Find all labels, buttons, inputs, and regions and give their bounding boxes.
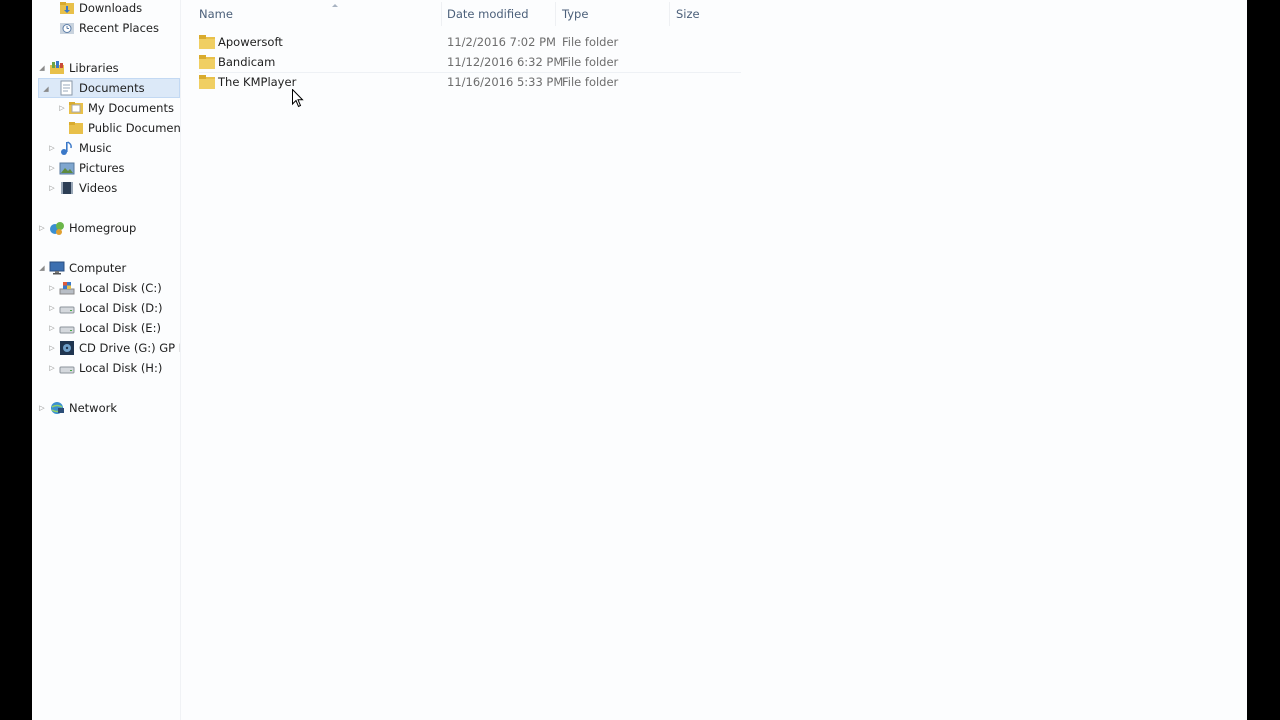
column-header-label: Name [199, 7, 233, 21]
file-type: File folder [562, 55, 619, 69]
nav-label: Downloads [79, 1, 143, 15]
nav-label: Recent Places [79, 21, 159, 35]
file-date-modified: 11/16/2016 5:33 PM [447, 75, 564, 89]
file-row-the-kmplayer[interactable]: The KMPlayer 11/16/2016 5:33 PM File fol… [199, 72, 739, 92]
nav-item-music[interactable]: ▷ Music [32, 138, 180, 158]
mouse-cursor-icon [292, 89, 304, 108]
system-drive-icon [59, 282, 75, 295]
documents-library-icon [60, 80, 73, 96]
expand-arrow-icon[interactable]: ▷ [48, 338, 56, 358]
nav-label: Public Documents [88, 121, 181, 135]
nav-label: Computer [69, 261, 127, 275]
column-divider[interactable] [441, 2, 442, 26]
expand-arrow-icon[interactable]: ▷ [38, 398, 46, 418]
expand-arrow-icon[interactable]: ▷ [48, 318, 56, 338]
expand-arrow-icon[interactable]: ▷ [48, 278, 56, 298]
nav-label: Local Disk (H:) [79, 361, 163, 375]
nav-label: Local Disk (E:) [79, 321, 161, 335]
sort-ascending-icon [332, 4, 338, 7]
folder-downloads-icon [60, 2, 74, 14]
music-icon [61, 141, 72, 155]
folder-icon [69, 102, 83, 114]
column-header-size[interactable]: Size [676, 4, 746, 24]
file-row-apowersoft[interactable]: Apowersoft 11/2/2016 7:02 PM File folder [199, 32, 739, 52]
explorer-window: Downloads Recent Places ◢ Libraries ◢ Do… [32, 0, 1247, 720]
expand-arrow-icon[interactable]: ▷ [38, 218, 46, 238]
libraries-icon [50, 61, 64, 74]
column-header-label: Size [676, 7, 700, 21]
column-header-date-modified[interactable]: Date modified [447, 4, 555, 24]
folder-icon [199, 55, 215, 69]
expand-arrow-icon[interactable]: ▷ [48, 358, 56, 378]
expand-arrow-icon[interactable]: ▷ [58, 98, 66, 118]
file-row-bandicam[interactable]: Bandicam 11/12/2016 6:32 PM File folder [199, 52, 739, 72]
column-header-type[interactable]: Type [562, 4, 668, 24]
expand-arrow-icon[interactable]: ▷ [48, 178, 56, 198]
recent-places-icon [60, 23, 74, 34]
drive-icon [59, 326, 75, 334]
nav-item-libraries[interactable]: ◢ Libraries [32, 58, 180, 78]
file-date-modified: 11/2/2016 7:02 PM [447, 35, 556, 49]
nav-item-computer[interactable]: ◢ Computer [32, 258, 180, 278]
nav-item-local-disk-d[interactable]: ▷ Local Disk (D:) [32, 298, 180, 318]
nav-label: My Documents [88, 101, 174, 115]
nav-item-cd-drive-g[interactable]: ▷ CD Drive (G:) GP Inte [32, 338, 180, 358]
nav-item-network[interactable]: ▷ Network [32, 398, 180, 418]
file-name: Bandicam [218, 55, 276, 69]
nav-item-pictures[interactable]: ▷ Pictures [32, 158, 180, 178]
nav-label: Libraries [69, 61, 119, 75]
navigation-pane[interactable]: Downloads Recent Places ◢ Libraries ◢ Do… [32, 0, 181, 720]
nav-item-recent-places[interactable]: Recent Places [32, 18, 180, 38]
file-name: The KMPlayer [218, 75, 297, 89]
file-list-pane[interactable]: Name Date modified Type Size Apowersoft … [181, 0, 1247, 720]
folder-icon [199, 35, 215, 49]
computer-icon [49, 261, 65, 275]
nav-label: CD Drive (G:) GP Inte [79, 341, 180, 355]
homegroup-icon [50, 222, 64, 235]
file-type: File folder [562, 35, 619, 49]
nav-item-local-disk-e[interactable]: ▷ Local Disk (E:) [32, 318, 180, 338]
nav-label: Music [79, 141, 112, 155]
file-date-modified: 11/12/2016 6:32 PM [447, 55, 564, 69]
column-divider[interactable] [555, 2, 556, 26]
column-header-label: Type [562, 7, 589, 21]
nav-label: Documents [79, 81, 145, 95]
nav-label: Local Disk (D:) [79, 301, 163, 315]
nav-label: Homegroup [69, 221, 137, 235]
collapse-arrow-icon[interactable]: ◢ [38, 58, 46, 78]
network-icon [51, 402, 64, 414]
nav-item-local-disk-c[interactable]: ▷ Local Disk (C:) [32, 278, 180, 298]
nav-label: Network [69, 401, 118, 415]
pictures-icon [59, 162, 75, 175]
nav-item-my-documents[interactable]: ▷ My Documents [32, 98, 180, 118]
expand-arrow-icon[interactable]: ▷ [48, 158, 56, 178]
nav-label: Pictures [79, 161, 125, 175]
cd-drive-icon [60, 341, 74, 355]
expand-arrow-icon[interactable]: ▷ [48, 138, 56, 158]
file-name: Apowersoft [218, 35, 283, 49]
folder-icon [199, 75, 215, 89]
videos-icon [61, 182, 73, 194]
folder-icon [69, 122, 83, 134]
expand-arrow-icon[interactable]: ▷ [48, 298, 56, 318]
row-divider [199, 72, 741, 73]
nav-item-downloads[interactable]: Downloads [32, 0, 180, 18]
nav-label: Local Disk (C:) [79, 281, 162, 295]
column-header-label: Date modified [447, 7, 529, 21]
collapse-arrow-icon[interactable]: ◢ [38, 258, 46, 278]
drive-icon [59, 366, 75, 374]
nav-item-local-disk-h[interactable]: ▷ Local Disk (H:) [32, 358, 180, 378]
nav-item-public-documents[interactable]: Public Documents [32, 118, 180, 138]
column-divider[interactable] [669, 2, 670, 26]
nav-label: Videos [79, 181, 118, 195]
nav-item-videos[interactable]: ▷ Videos [32, 178, 180, 198]
column-header-name[interactable]: Name [199, 4, 441, 24]
collapse-arrow-icon[interactable]: ◢ [42, 79, 50, 99]
drive-icon [59, 306, 75, 314]
nav-item-homegroup[interactable]: ▷ Homegroup [32, 218, 180, 238]
nav-item-documents[interactable]: ◢ Documents [38, 78, 180, 98]
file-type: File folder [562, 75, 619, 89]
